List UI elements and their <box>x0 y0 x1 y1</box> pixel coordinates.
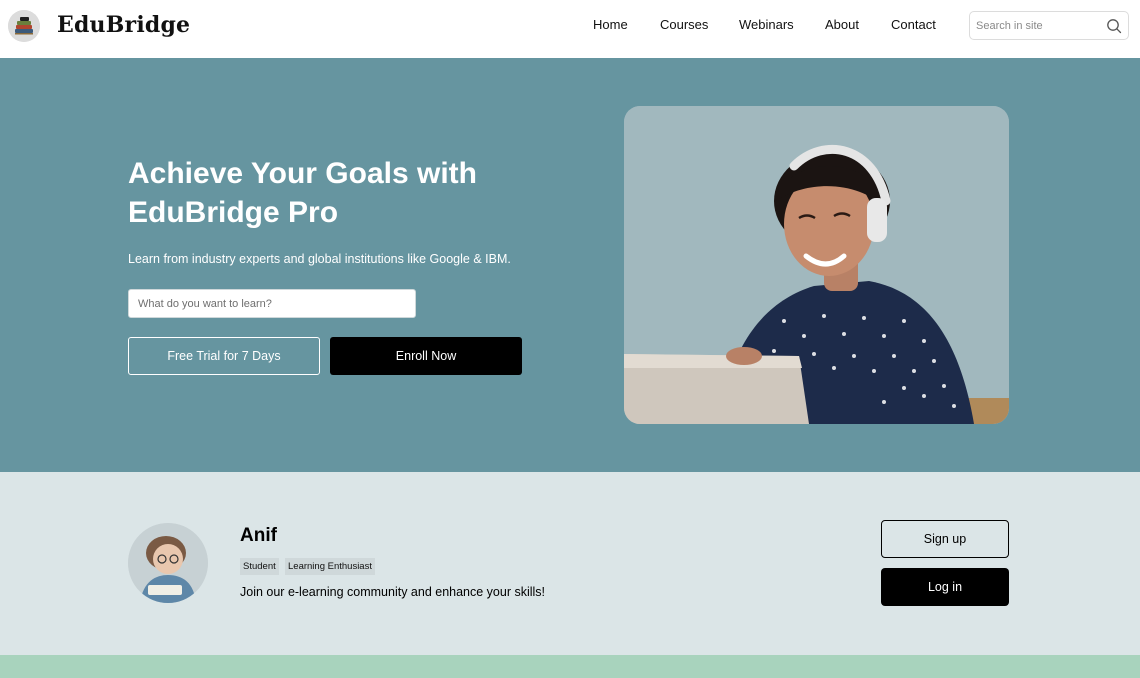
hero-title-line-1: Achieve Your Goals with <box>128 157 477 190</box>
profile-tag-learning-enthusiast: Learning Enthusiast <box>285 558 375 575</box>
sign-up-button[interactable]: Sign up <box>881 520 1009 558</box>
site-search-input[interactable] <box>976 18 1100 34</box>
nav-about[interactable]: About <box>825 17 859 32</box>
free-trial-button[interactable]: Free Trial for 7 Days <box>128 337 320 375</box>
site-search <box>969 11 1129 40</box>
profile-name: Anif <box>240 525 277 546</box>
search-icon[interactable] <box>1106 18 1122 34</box>
brand-name[interactable]: EduBridge <box>57 12 190 38</box>
hero-title-line-2: EduBridge Pro <box>128 196 339 229</box>
nav-courses[interactable]: Courses <box>660 17 708 32</box>
footer-band <box>0 655 1140 678</box>
hero-title: Achieve Your Goals with EduBridge Pro <box>128 154 548 232</box>
profile-bio: Join our e-learning community and enhanc… <box>240 585 546 599</box>
site-header: EduBridge Home Courses Webinars About Co… <box>0 0 1140 58</box>
profile-section: Anif Student Learning Enthusiast Join ou… <box>0 472 1140 655</box>
log-in-button[interactable]: Log in <box>881 568 1009 606</box>
profile-tag-student: Student <box>240 558 279 575</box>
woman-with-headphones-at-laptop-photo <box>624 106 1009 424</box>
cartoon-reader-avatar <box>128 523 208 603</box>
nav-contact[interactable]: Contact <box>891 17 936 32</box>
nav-home[interactable]: Home <box>593 17 628 32</box>
hero-section: Achieve Your Goals with EduBridge Pro Le… <box>0 58 1140 472</box>
course-search-input[interactable] <box>128 289 416 318</box>
hero-subtitle: Learn from industry experts and global i… <box>128 252 511 266</box>
enroll-now-button[interactable]: Enroll Now <box>330 337 522 375</box>
books-stack-logo-icon[interactable] <box>8 10 40 42</box>
nav-webinars[interactable]: Webinars <box>739 17 794 32</box>
